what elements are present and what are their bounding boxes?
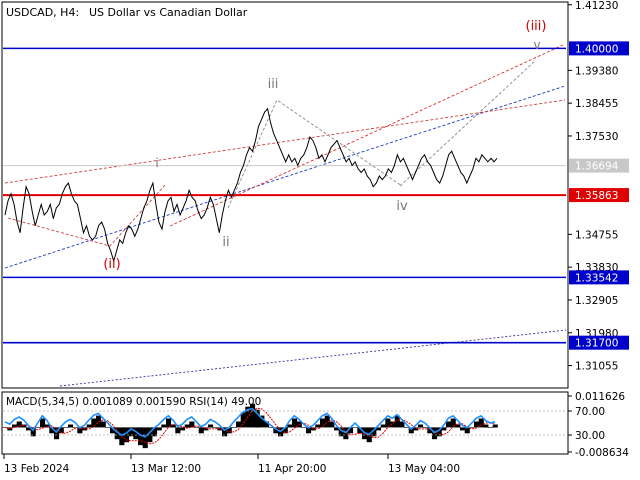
macd-bar (492, 424, 498, 428)
price-tick-label: 1.41230 (575, 0, 618, 12)
macd-bar (315, 424, 321, 428)
indicator-tick-label: -0.008634 (575, 447, 629, 459)
wave-label: v (533, 38, 540, 52)
macd-bar (404, 427, 410, 428)
level-price-label: 1.31700 (575, 338, 618, 350)
price-tick-label: 1.34755 (575, 229, 618, 241)
macd-bar (68, 424, 74, 428)
wave-label: (iii) (526, 19, 547, 34)
macd-bar (231, 427, 237, 428)
macd-bar (483, 424, 489, 428)
macd-bar (161, 424, 167, 428)
macd-bar (40, 418, 46, 428)
macd-bar (35, 427, 41, 428)
current-price-label: 1.36694 (575, 161, 619, 173)
macd-bar (478, 418, 484, 428)
macd-bar (63, 427, 69, 428)
symbol-description: US Dollar vs Canadian Dollar (89, 6, 248, 19)
time-tick-label: 11 Apr 20:00 (258, 463, 326, 475)
macd-bar (91, 418, 97, 428)
macd-bar (175, 427, 181, 434)
price-tick-label: 1.32905 (575, 295, 618, 307)
indicator-tick-label: 0.011626 (575, 391, 625, 403)
macd-bar (198, 427, 204, 434)
macd-bar (105, 427, 111, 428)
macd-bar (86, 424, 92, 428)
macd-bar (184, 424, 190, 428)
macd-bar (208, 424, 214, 428)
chart-window: i(ii)iiiiiiv(iii)v USDCAD, H4: US Dollar… (0, 0, 640, 480)
macd-bar (100, 421, 106, 428)
price-tick-label: 1.39380 (575, 65, 618, 77)
macd-bar (422, 427, 428, 428)
symbol-title: USDCAD, H4: (6, 6, 79, 19)
macd-bar (418, 424, 424, 428)
time-tick-label: 13 May 04:00 (388, 463, 460, 475)
main-chart-panel[interactable]: i(ii)iiiiiiv(iii)v (1, 1, 569, 389)
macd-bar (212, 427, 218, 428)
indicator-panel[interactable]: MACD(5,34,5) 0.001089 0.001590 RSI(14) 4… (1, 391, 569, 455)
price-tick-label: 1.37530 (575, 131, 618, 143)
level-price-label: 1.35863 (575, 190, 618, 202)
level-price-label: 1.40000 (575, 43, 618, 55)
macd-bar (352, 427, 358, 428)
indicator-tick-label: 30.00 (575, 430, 605, 442)
wave-label: (ii) (103, 257, 120, 272)
wave-label: i (155, 156, 158, 170)
indicator-tick-label: 70.00 (575, 406, 605, 418)
price-tick-label: 1.31055 (575, 361, 618, 373)
macd-bar (301, 427, 307, 428)
macd-bar (287, 424, 293, 428)
indicator-label: MACD(5,34,5) 0.001089 0.001590 RSI(14) 4… (6, 396, 261, 408)
macd-bar (194, 427, 200, 428)
macd-bar (380, 424, 386, 428)
macd-bar (488, 427, 494, 428)
time-tick-label: 13 Mar 12:00 (131, 463, 201, 475)
level-price-label: 1.33542 (575, 272, 618, 284)
macd-bar (446, 421, 452, 428)
macd-bar (460, 427, 466, 431)
wave-label: ii (222, 235, 229, 250)
macd-bar (142, 427, 148, 449)
time-tick-label: 13 Feb 2024 (4, 463, 70, 475)
macd-bar (320, 418, 326, 428)
wave-label: iv (396, 199, 408, 214)
price-tick-label: 1.38455 (575, 98, 618, 110)
wave-label: iii (268, 77, 279, 92)
macd-bar (156, 427, 162, 431)
macd-bar (189, 421, 195, 428)
